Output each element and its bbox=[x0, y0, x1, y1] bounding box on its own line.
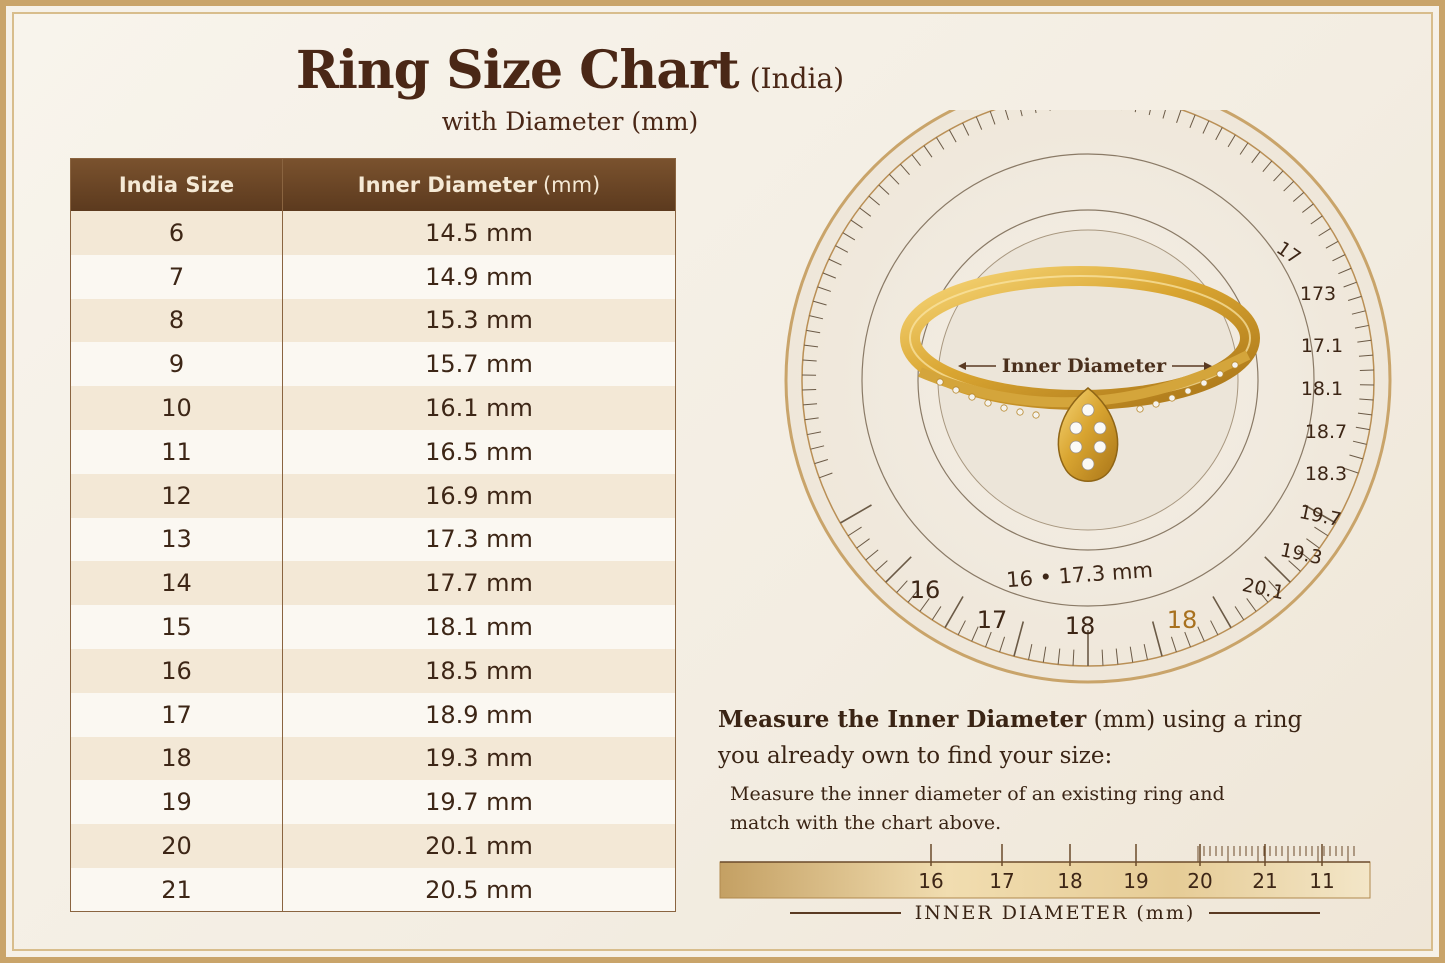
cell-india-size: 13 bbox=[71, 517, 283, 562]
cell-inner-diameter: 14.5 mm bbox=[425, 218, 533, 247]
caption-rule-left bbox=[790, 912, 901, 914]
table-row: 13 17.3 mm bbox=[71, 517, 675, 562]
cell-inner-diameter: 16.9 mm bbox=[425, 481, 533, 510]
ruler-number: 21 bbox=[1252, 869, 1277, 893]
cell-inner-diameter: 19.3 mm bbox=[425, 744, 533, 773]
cell-india-size: 20 bbox=[71, 824, 283, 868]
ruler: 16 17 18 19 20 21 11 bbox=[719, 844, 1371, 899]
header-inner-diameter: Inner Diameter (mm) bbox=[283, 159, 675, 211]
table-row: 21 20.5 mm bbox=[71, 867, 675, 912]
table-row: 15 18.1 mm bbox=[71, 605, 675, 649]
ruler-number: 17 bbox=[989, 869, 1014, 893]
table-header: India Size Inner Diameter (mm) bbox=[71, 159, 675, 211]
ring-diameter-label: Inner Diameter bbox=[1002, 355, 1167, 377]
dial-side-label: 17.1 bbox=[1301, 335, 1343, 357]
cell-india-size: 15 bbox=[71, 605, 283, 649]
table-row: 19 19.7 mm bbox=[71, 780, 675, 825]
table-body: 6 14.5 mm 7 14.9 mm 8 15.3 mm 9 15.7 mm 10 16.1 m… bbox=[71, 211, 675, 912]
cell-inner-diameter: 18.5 mm bbox=[425, 656, 533, 685]
cell-india-size: 21 bbox=[71, 867, 283, 912]
cell-inner-diameter: 14.9 mm bbox=[425, 262, 533, 291]
size-table: India Size Inner Diameter (mm) 6 14.5 mm 7… bbox=[70, 158, 676, 912]
dial-bottom-label: 18 bbox=[1167, 606, 1198, 634]
cell-inner-diameter: 15.3 mm bbox=[425, 306, 533, 335]
cell-inner-diameter: 17.7 mm bbox=[425, 569, 533, 598]
ruler-number: 19 bbox=[1123, 869, 1148, 893]
table-row: 12 16.9 mm bbox=[71, 473, 675, 518]
cell-india-size: 16 bbox=[71, 648, 283, 693]
table-row: 6 14.5 mm bbox=[71, 211, 675, 255]
cell-india-size: 7 bbox=[71, 254, 283, 299]
dial-bottom-label: 17 bbox=[977, 606, 1008, 634]
dial-side-label: 18.7 bbox=[1305, 421, 1347, 443]
cell-india-size: 10 bbox=[71, 386, 283, 430]
table-row: 7 14.9 mm bbox=[71, 254, 675, 299]
cell-india-size: 19 bbox=[71, 780, 283, 825]
cell-india-size: 11 bbox=[71, 429, 283, 474]
cell-inner-diameter: 18.9 mm bbox=[425, 700, 533, 729]
cell-india-size: 14 bbox=[71, 561, 283, 606]
ring-dial: Inner Diameter 16 • 17.3 mm 1717317.118.… bbox=[784, 110, 1392, 684]
table-row: 10 16.1 mm bbox=[71, 386, 675, 430]
cell-india-size: 17 bbox=[71, 692, 283, 737]
instructions: Measure the Inner Diameter (mm) using a … bbox=[718, 702, 1338, 838]
page-title: Ring Size Chart bbox=[295, 40, 740, 101]
cell-inner-diameter: 20.5 mm bbox=[425, 875, 533, 904]
header-india-size: India Size bbox=[71, 159, 283, 211]
ruler-number: 16 bbox=[918, 869, 943, 893]
table-row: 16 18.5 mm bbox=[71, 648, 675, 693]
header-diameter-label: Inner Diameter bbox=[357, 173, 537, 197]
dial-bottom-label: 16 bbox=[910, 576, 941, 604]
cell-inner-diameter: 17.3 mm bbox=[425, 525, 533, 554]
instructions-bold: Measure the Inner Diameter bbox=[718, 706, 1087, 733]
cell-inner-diameter: 16.5 mm bbox=[425, 437, 533, 466]
cell-inner-diameter: 19.7 mm bbox=[425, 788, 533, 817]
header-diameter-unit: (mm) bbox=[542, 173, 601, 197]
ruler-caption-text: INNER DIAMETER (mm) bbox=[914, 902, 1196, 924]
cell-inner-diameter: 20.1 mm bbox=[425, 832, 533, 861]
table-row: 11 16.5 mm bbox=[71, 429, 675, 474]
cell-india-size: 12 bbox=[71, 473, 283, 518]
cell-india-size: 9 bbox=[71, 342, 283, 387]
instructions-detail: Measure the inner diameter of an existin… bbox=[730, 783, 1225, 834]
title-region: (India) bbox=[749, 62, 845, 95]
cell-india-size: 8 bbox=[71, 298, 283, 343]
ruler-number: 11 bbox=[1309, 869, 1334, 893]
table-row: 17 18.9 mm bbox=[71, 692, 675, 737]
dial-bottom-label: 18 bbox=[1065, 612, 1096, 640]
ruler-caption: INNER DIAMETER (mm) bbox=[790, 902, 1321, 924]
table-row: 18 19.3 mm bbox=[71, 736, 675, 781]
dial-side-label: 173 bbox=[1300, 283, 1336, 305]
caption-rule-right bbox=[1209, 912, 1321, 914]
cell-inner-diameter: 18.1 mm bbox=[425, 613, 533, 642]
cell-india-size: 6 bbox=[71, 211, 283, 255]
cell-inner-diameter: 15.7 mm bbox=[425, 350, 533, 379]
ruler-number: 20 bbox=[1187, 869, 1212, 893]
table-row: 20 20.1 mm bbox=[71, 824, 675, 868]
table-row: 8 15.3 mm bbox=[71, 298, 675, 343]
table-row: 14 17.7 mm bbox=[71, 561, 675, 606]
dial-side-label: 18.1 bbox=[1301, 378, 1343, 400]
dial-side-label: 18.3 bbox=[1305, 463, 1347, 485]
table-row: 9 15.7 mm bbox=[71, 342, 675, 387]
cell-india-size: 18 bbox=[71, 736, 283, 781]
ruler-number: 18 bbox=[1057, 869, 1082, 893]
cell-inner-diameter: 16.1 mm bbox=[425, 394, 533, 423]
instructions-heading: Measure the Inner Diameter (mm) using a … bbox=[718, 702, 1338, 774]
